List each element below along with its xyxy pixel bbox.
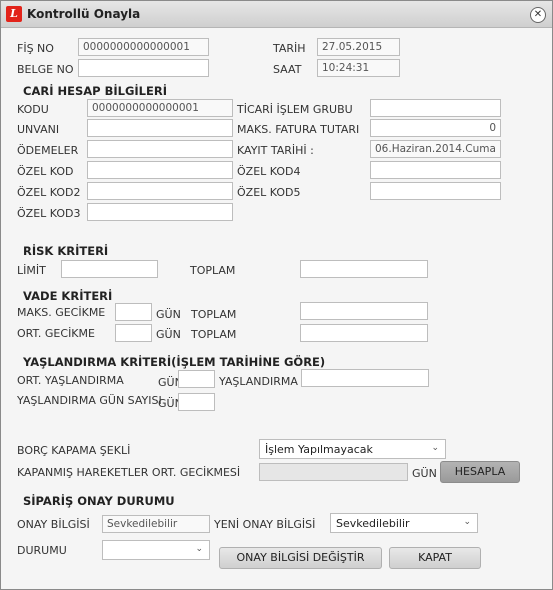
fis-no-field[interactable]: 0000000000000001: [78, 38, 209, 56]
belge-no-label: BELGE NO: [17, 63, 74, 76]
limit-field[interactable]: [61, 260, 158, 278]
borc-kapama-label: BORÇ KAPAMA ŞEKLİ: [17, 444, 131, 457]
vade-toplam1-label: TOPLAM: [191, 308, 237, 321]
maks-fatura-label: MAKS. FATURA TUTARI: [237, 123, 360, 136]
durumu-label: DURUMU: [17, 544, 67, 557]
dialog-window: L Kontrollü Onayla ✕ FİŞ NO 000000000000…: [0, 0, 553, 590]
ozel-kod5-label: ÖZEL KOD5: [237, 186, 301, 199]
ozel-kod2-label: ÖZEL KOD2: [17, 186, 81, 199]
vade-toplam1-field[interactable]: [300, 302, 428, 320]
odemeler-field[interactable]: [87, 140, 233, 158]
risk-toplam-field[interactable]: [300, 260, 428, 278]
ozel-kod-label: ÖZEL KOD: [17, 165, 74, 178]
yas-gun-sayisi-field[interactable]: [178, 393, 215, 411]
ticari-label: TİCARİ İŞLEM GRUBU: [237, 103, 353, 116]
fis-no-label: FİŞ NO: [17, 42, 54, 55]
durumu-select[interactable]: ⌄: [102, 540, 210, 560]
title-bar[interactable]: L Kontrollü Onayla ✕: [1, 1, 552, 28]
ort-gecikme-label: ORT. GECİKME: [17, 327, 95, 340]
ort-yaslandirma-field[interactable]: [178, 370, 215, 388]
siparis-section-title: SİPARİŞ ONAY DURUMU: [23, 494, 175, 508]
kapanmis-gun-label: GÜN: [412, 467, 437, 480]
kapanmis-label: KAPANMIŞ HAREKETLER ORT. GECİKMESİ: [17, 466, 241, 479]
onay-bilgisi-label: ONAY BİLGİSİ: [17, 518, 90, 531]
yeni-onay-select[interactable]: Sevkedilebilir ⌄: [330, 513, 478, 533]
yaslandirma-field[interactable]: [301, 369, 429, 387]
ozel-kod4-field[interactable]: [370, 161, 501, 179]
ort-yaslandirma-label: ORT. YAŞLANDIRMA: [17, 374, 124, 387]
borc-kapama-value: İşlem Yapılmayacak: [265, 443, 373, 456]
kapanmis-field[interactable]: [259, 463, 408, 481]
gun-label-2: GÜN: [156, 328, 181, 341]
ozel-kod3-field[interactable]: [87, 203, 233, 221]
app-logo-icon: L: [6, 6, 22, 22]
ticari-field[interactable]: [370, 99, 501, 117]
ozel-kod4-label: ÖZEL KOD4: [237, 165, 301, 178]
maks-gecikme-field[interactable]: [115, 303, 152, 321]
limit-label: LİMİT: [17, 264, 46, 277]
tarih-label: TARİH: [273, 42, 306, 55]
chevron-down-icon: ⌄: [463, 517, 471, 527]
risk-section-title: RİSK KRİTERİ: [23, 244, 109, 258]
dialog-title: Kontrollü Onayla: [27, 7, 141, 21]
kodu-label: KODU: [17, 103, 49, 116]
maks-fatura-field[interactable]: 0: [370, 119, 501, 137]
maks-gecikme-label: MAKS. GECİKME: [17, 306, 106, 319]
ozel-kod3-label: ÖZEL KOD3: [17, 207, 81, 220]
onay-bilgisi-field[interactable]: Sevkedilebilir: [102, 515, 210, 533]
kapat-button[interactable]: KAPAT: [389, 547, 481, 569]
risk-toplam-label: TOPLAM: [190, 264, 236, 277]
vade-toplam2-label: TOPLAM: [191, 328, 237, 341]
ozel-kod5-field[interactable]: [370, 182, 501, 200]
cari-section-title: CARİ HESAP BİLGİLERİ: [23, 84, 167, 98]
kayit-tarihi-label: KAYIT TARİHİ :: [237, 144, 314, 157]
yeni-onay-value: Sevkedilebilir: [336, 517, 410, 530]
tarih-field[interactable]: 27.05.2015: [317, 38, 400, 56]
chevron-down-icon: ⌄: [431, 443, 439, 453]
hesapla-button[interactable]: HESAPLA: [440, 461, 520, 483]
vade-toplam2-field[interactable]: [300, 324, 428, 342]
chevron-down-icon: ⌄: [195, 544, 203, 554]
yaslandirma-section-title: YAŞLANDIRMA KRİTERİ(İŞLEM TARİHİNE GÖRE): [23, 355, 326, 369]
kodu-field[interactable]: 0000000000000001: [87, 99, 233, 117]
saat-field[interactable]: 10:24:31: [317, 59, 400, 77]
unvani-field[interactable]: [87, 119, 233, 137]
belge-no-field[interactable]: [78, 59, 209, 77]
ozel-kod-field[interactable]: [87, 161, 233, 179]
gun-label-1: GÜN: [156, 308, 181, 321]
saat-label: SAAT: [273, 63, 302, 76]
yas-gun-sayisi-label: YAŞLANDIRMA GÜN SAYISI: [17, 394, 162, 407]
vade-section-title: VADE KRİTERİ: [23, 289, 113, 303]
yeni-onay-label: YENİ ONAY BİLGİSİ: [214, 518, 316, 531]
close-icon[interactable]: ✕: [530, 7, 546, 23]
yaslandirma-label: YAŞLANDIRMA: [219, 375, 298, 388]
onay-degistir-button[interactable]: ONAY BİLGİSİ DEĞİŞTİR: [219, 547, 382, 569]
ort-gecikme-field[interactable]: [115, 324, 152, 342]
unvani-label: UNVANI: [17, 123, 60, 136]
ozel-kod2-field[interactable]: [87, 182, 233, 200]
kayit-tarihi-field[interactable]: 06.Haziran.2014.Cuma: [370, 140, 501, 158]
borc-kapama-select[interactable]: İşlem Yapılmayacak ⌄: [259, 439, 446, 459]
odemeler-label: ÖDEMELER: [17, 144, 79, 157]
